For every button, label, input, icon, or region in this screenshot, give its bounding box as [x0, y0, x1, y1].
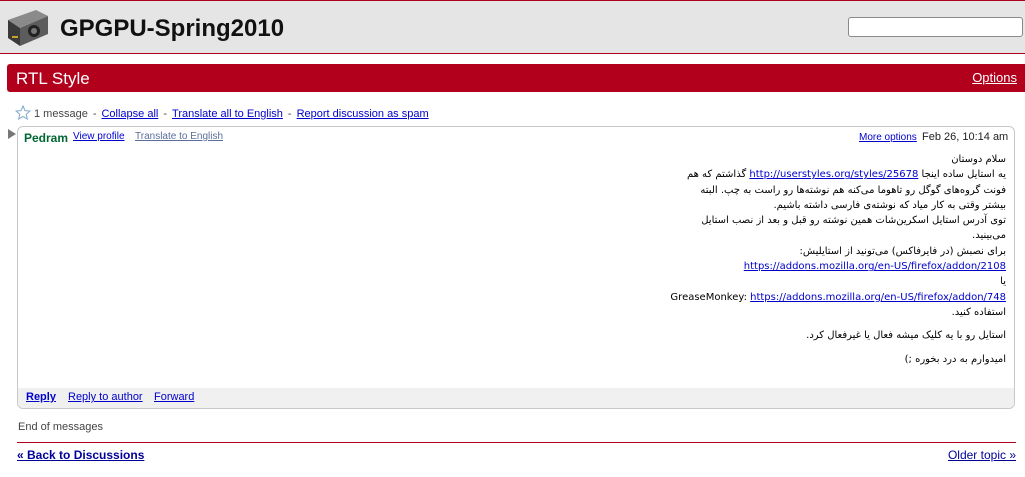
- body-line: یه استایل ساده اینجا http://userstyles.o…: [406, 167, 1006, 182]
- body-line: امیدوارم به درد بخوره ;): [904, 353, 1006, 365]
- separator: -: [287, 108, 292, 120]
- more-options-link[interactable]: More options: [859, 132, 917, 143]
- body-line: https://addons.mozilla.org/en-US/firefox…: [406, 259, 1006, 274]
- search-input[interactable]: [848, 17, 1023, 37]
- options-link[interactable]: Options: [972, 70, 1017, 85]
- greasemonkey-label: GreaseMonkey:: [670, 291, 751, 303]
- group-title[interactable]: GPGPU-Spring2010: [60, 15, 284, 43]
- message-card: Pedram View profile Translate to English…: [17, 126, 1015, 409]
- translate-all-link[interactable]: Translate all to English: [172, 108, 283, 120]
- message-date: Feb 26, 10:14 am: [922, 131, 1009, 143]
- body-line: فونت گروه‌های گوگل رو تاهوما می‌کنه هم ن…: [700, 184, 1006, 196]
- star-outline-icon[interactable]: [14, 104, 32, 123]
- message-actions: Reply Reply to author Forward: [18, 388, 1014, 408]
- body-line: برای نصبش (در فایرفاکس) می‌تونید از استا…: [799, 245, 1007, 257]
- body-line: استایل رو با یه کلیک میشه فعال یا غیرفعا…: [806, 330, 1006, 342]
- body-text: GreaseMonkey: https://addons.mozilla.org…: [670, 290, 1006, 305]
- topic-title: RTL Style: [16, 69, 90, 88]
- message-count: 1 message: [34, 108, 88, 120]
- body-text: گذاشتم که هم: [686, 169, 750, 181]
- body-line: می‌بینید.: [972, 230, 1006, 242]
- body-line: بیشتر وقتی به کار میاد که نوشته‌ی فارسی …: [773, 199, 1006, 211]
- triangle-right-icon[interactable]: [8, 129, 16, 142]
- report-spam-link[interactable]: Report discussion as spam: [297, 108, 429, 120]
- message-body: سلام دوستان یه استایل ساده اینجا http://…: [406, 152, 1006, 367]
- body-line: استفاده کنید.: [951, 306, 1006, 318]
- forward-link[interactable]: Forward: [154, 391, 194, 403]
- separator: -: [163, 108, 168, 120]
- stylish-addon-link[interactable]: https://addons.mozilla.org/en-US/firefox…: [744, 259, 1006, 274]
- author-name[interactable]: Pedram: [24, 131, 68, 145]
- greasemonkey-addon-link[interactable]: https://addons.mozilla.org/en-US/firefox…: [750, 292, 1006, 303]
- reply-link[interactable]: Reply: [26, 391, 56, 403]
- userstyles-link[interactable]: http://userstyles.org/styles/25678: [749, 167, 918, 182]
- topic-actions-bar: 1 message - Collapse all - Translate all to …: [14, 104, 429, 123]
- collapse-all-link[interactable]: Collapse all: [101, 108, 158, 120]
- topic-title-bar: RTL Style Options: [7, 64, 1025, 92]
- body-line: یا: [1000, 276, 1006, 288]
- body-text: یه استایل ساده اینجا: [918, 169, 1006, 181]
- body-line: سلام دوستان: [951, 154, 1006, 165]
- view-profile-link[interactable]: View profile: [73, 131, 125, 142]
- reply-to-author-link[interactable]: Reply to author: [68, 391, 143, 403]
- back-to-discussions-link[interactable]: « Back to Discussions: [17, 448, 144, 462]
- group-header: GPGPU-Spring2010: [0, 0, 1025, 54]
- body-line: GreaseMonkey: https://addons.mozilla.org…: [406, 290, 1006, 305]
- translate-message-link[interactable]: Translate to English: [135, 131, 223, 142]
- graphics-card-icon[interactable]: [6, 6, 50, 50]
- end-of-messages-text: End of messages: [18, 421, 103, 433]
- body-line: توی آدرس استایل اسکرین‌شات همین نوشته رو…: [701, 215, 1006, 227]
- older-topic-link[interactable]: Older topic »: [948, 448, 1016, 462]
- divider: [17, 442, 1016, 443]
- separator: -: [92, 108, 97, 120]
